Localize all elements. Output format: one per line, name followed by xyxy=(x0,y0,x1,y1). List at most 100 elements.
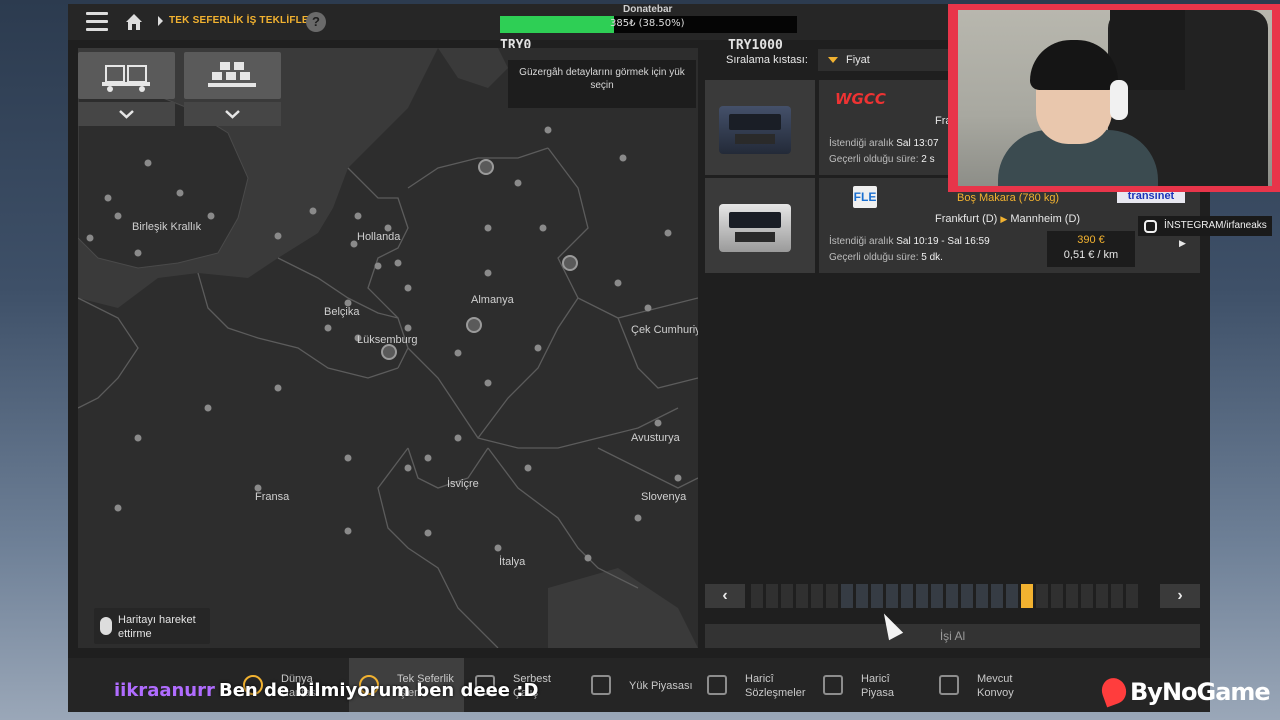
instagram-icon xyxy=(1144,220,1157,233)
nav-item[interactable]: Haricî Piyasa xyxy=(813,658,928,712)
pager-page[interactable] xyxy=(796,584,808,608)
wall-poster xyxy=(1110,10,1185,90)
map-label-luxembourg: Lüksemburg xyxy=(357,334,418,346)
pager-page[interactable] xyxy=(1021,584,1033,608)
map-label-italy: İtalya xyxy=(499,556,526,568)
job-price-box: 390 € 0,51 € / km xyxy=(1047,231,1135,267)
nav-item[interactable]: Mevcut Konvoy xyxy=(929,658,1044,712)
pager-page[interactable] xyxy=(811,584,823,608)
pager-page[interactable] xyxy=(1051,584,1063,608)
truck-filter-button[interactable] xyxy=(78,52,175,99)
pager-page[interactable] xyxy=(766,584,778,608)
cargo-filter-dropdown[interactable] xyxy=(184,102,281,126)
map-label-belgium: Belçika xyxy=(324,306,360,318)
pager-page[interactable] xyxy=(1066,584,1078,608)
map-tooltip: Güzergâh detaylarını görmek için yük seç… xyxy=(508,60,696,108)
chat-message: Ben de bilmiyorum ben deee :D xyxy=(219,680,539,701)
mouse-icon xyxy=(100,617,112,635)
caret-down-icon xyxy=(828,57,838,63)
pager-page[interactable] xyxy=(916,584,928,608)
job-price: 390 € xyxy=(1077,234,1105,246)
nav-label: Yük Piyasası xyxy=(629,680,693,692)
map-label-austria: Avusturya xyxy=(631,432,680,444)
pager-page[interactable] xyxy=(931,584,943,608)
headphones xyxy=(1110,80,1128,120)
pager-page[interactable] xyxy=(841,584,853,608)
webcam-overlay xyxy=(948,4,1280,192)
pager-prev-button[interactable]: ‹ xyxy=(705,584,745,608)
donate-progress-text: 385₺ (38.50%) xyxy=(610,18,685,29)
truck-thumbnail xyxy=(705,178,815,273)
pager-page[interactable] xyxy=(751,584,763,608)
pager-page[interactable] xyxy=(946,584,958,608)
map-label-uk: Birleşik Krallık xyxy=(132,221,202,233)
job-card[interactable]: FLE Boş Makara (780 kg) transinet Frankf… xyxy=(705,178,1200,273)
donate-progress-bar: 385₺ (38.50%) xyxy=(500,16,797,33)
job-validity-value: 2 s xyxy=(921,154,935,165)
convoy-icon xyxy=(939,675,959,695)
home-icon[interactable] xyxy=(124,12,144,32)
pager-page[interactable] xyxy=(901,584,913,608)
cargo-pallets-icon xyxy=(208,62,256,87)
chevron-down-icon xyxy=(225,110,240,119)
job-validity-value: 5 dk. xyxy=(921,252,943,263)
truck-filter-dropdown[interactable] xyxy=(78,102,175,126)
job-validity: Geçerli olduğu süre: 5 dk. xyxy=(829,252,943,263)
pager-page[interactable] xyxy=(1036,584,1048,608)
pager-page[interactable] xyxy=(826,584,838,608)
world-map[interactable]: Birleşik Krallık Hollanda Belçika Lüksem… xyxy=(78,48,698,648)
company-logo: FLE xyxy=(853,186,877,208)
job-route: Frankfurt (D) ▶ Mannheim (D) xyxy=(935,213,1080,225)
map-drag-hint-text: Haritayı hareket ettirme xyxy=(118,614,196,640)
map-label-switzerland: İsviçre xyxy=(447,478,479,490)
expand-arrow-icon[interactable]: ▶ xyxy=(1179,238,1186,249)
pager-page[interactable] xyxy=(781,584,793,608)
streamer-hair xyxy=(1030,40,1118,90)
pager-page[interactable] xyxy=(1096,584,1108,608)
nav-item[interactable]: Yük Piyasası xyxy=(581,658,696,712)
chevron-down-icon xyxy=(119,110,134,119)
chat-username: iikraanurr xyxy=(114,680,215,701)
pager-page[interactable] xyxy=(886,584,898,608)
take-job-button[interactable]: İşi Al xyxy=(705,624,1200,648)
job-window: İstendiği aralık Sal 13:07 xyxy=(829,138,939,149)
map-drag-hint: Haritayı hareket ettirme xyxy=(94,608,210,644)
pager-page[interactable] xyxy=(1081,584,1093,608)
job-cargo: Boş Makara (780 kg) xyxy=(957,192,1060,204)
pager-page[interactable] xyxy=(856,584,868,608)
map-label-germany: Almanya xyxy=(471,294,514,306)
instagram-handle: İNSTEGRAM/irfaneaks xyxy=(1164,220,1267,231)
nav-label: Mevcut Konvoy xyxy=(977,673,1014,699)
map-label-france: Fransa xyxy=(255,491,290,503)
brand-text: ByNoGame xyxy=(1130,678,1271,706)
pager-page[interactable] xyxy=(871,584,883,608)
webcam-feed xyxy=(958,10,1272,186)
pager-page[interactable] xyxy=(961,584,973,608)
job-window-value: Sal 10:19 - Sal 16:59 xyxy=(896,236,990,247)
pager-page[interactable] xyxy=(1126,584,1138,608)
cargo-filter-button[interactable] xyxy=(184,52,281,99)
contracts-icon xyxy=(707,675,727,695)
map-label-netherlands: Hollanda xyxy=(357,231,401,243)
job-window-value: Sal 13:07 xyxy=(896,138,939,149)
map-label-slovenia: Slovenya xyxy=(641,491,687,503)
cargo-market-icon xyxy=(591,675,611,695)
truck-thumbnail xyxy=(705,80,815,175)
breadcrumb: TEK SEFERLİK İŞ TEKLİFLERİ xyxy=(169,15,320,26)
pager-next-button[interactable]: › xyxy=(1160,584,1200,608)
sort-select[interactable]: Fiyat xyxy=(818,49,950,71)
company-logo: WGCC xyxy=(835,90,886,108)
truck-fleet-icon xyxy=(102,65,150,92)
sort-label: Sıralama kıstası: xyxy=(726,54,808,66)
pager-page[interactable] xyxy=(991,584,1003,608)
help-button[interactable]: ? xyxy=(306,12,326,32)
pager-page[interactable] xyxy=(1006,584,1018,608)
pager-page[interactable] xyxy=(976,584,988,608)
pager-pages xyxy=(749,584,1156,608)
job-destination: Mannheim (D) xyxy=(1010,213,1081,225)
menu-icon[interactable] xyxy=(86,12,108,32)
nav-item[interactable]: Haricî Sözleşmeler xyxy=(697,658,812,712)
map-geography xyxy=(78,48,698,648)
pager-page[interactable] xyxy=(1111,584,1123,608)
route-arrow-icon: ▶ xyxy=(1000,214,1008,224)
